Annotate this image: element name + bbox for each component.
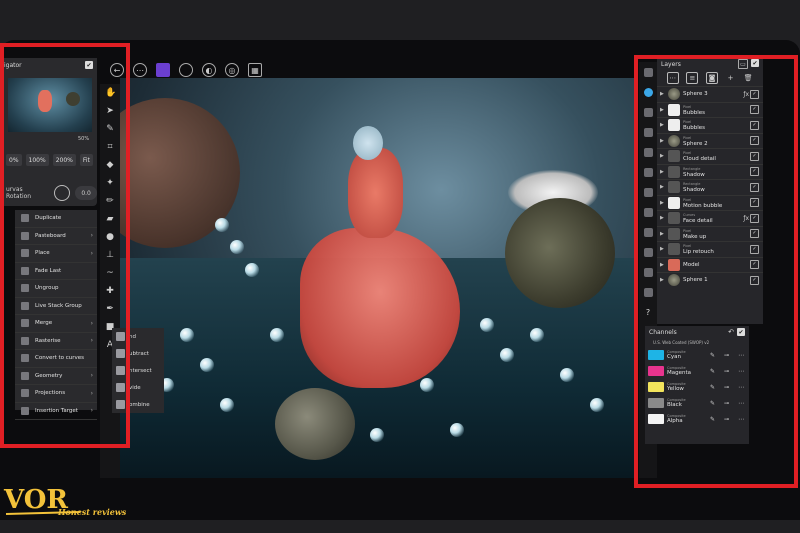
bubble-image (480, 318, 494, 332)
bubble-image (200, 358, 214, 372)
bubble-image (220, 398, 234, 412)
top-toolbar: ← ⋯ ◐ ◎ ▦ (100, 60, 650, 80)
rock-sphere-image (275, 388, 355, 460)
bubble-image (270, 328, 284, 342)
highlight-box-right (634, 55, 798, 488)
document-canvas[interactable] (120, 78, 638, 478)
circle-icon[interactable] (179, 63, 193, 77)
bubble-image (370, 428, 384, 442)
dancer-body-image (348, 148, 403, 238)
bubble-image (500, 348, 514, 362)
submenu-item-label: nd (129, 333, 136, 340)
bubble-image (230, 240, 244, 254)
bubble-image (590, 398, 604, 412)
color-wheel-icon[interactable]: ◐ (202, 63, 216, 77)
globe-icon[interactable]: ◎ (225, 63, 239, 77)
submenu-item-label: ntersect (129, 367, 152, 374)
grid-icon[interactable]: ▦ (248, 63, 262, 77)
highlight-box-left (0, 43, 130, 448)
bubble-image (215, 218, 229, 232)
submenu-item-label: ombine (129, 401, 150, 408)
more-icon[interactable]: ⋯ (133, 63, 147, 77)
bubble-image (245, 263, 259, 277)
bubble-image (450, 423, 464, 437)
persona-icon[interactable] (156, 63, 170, 77)
bubble-image (530, 328, 544, 342)
bubble-image (420, 378, 434, 392)
submenu-item-label: ubtract (129, 350, 149, 357)
bubble-image (560, 368, 574, 382)
watermark-text: Honest reviews (58, 507, 127, 517)
bubble-image (180, 328, 194, 342)
submenu-item-label: vide (129, 384, 141, 391)
dancer-dress-image (300, 228, 460, 388)
sphere-image (505, 198, 615, 308)
dancer-head-image (353, 126, 383, 160)
